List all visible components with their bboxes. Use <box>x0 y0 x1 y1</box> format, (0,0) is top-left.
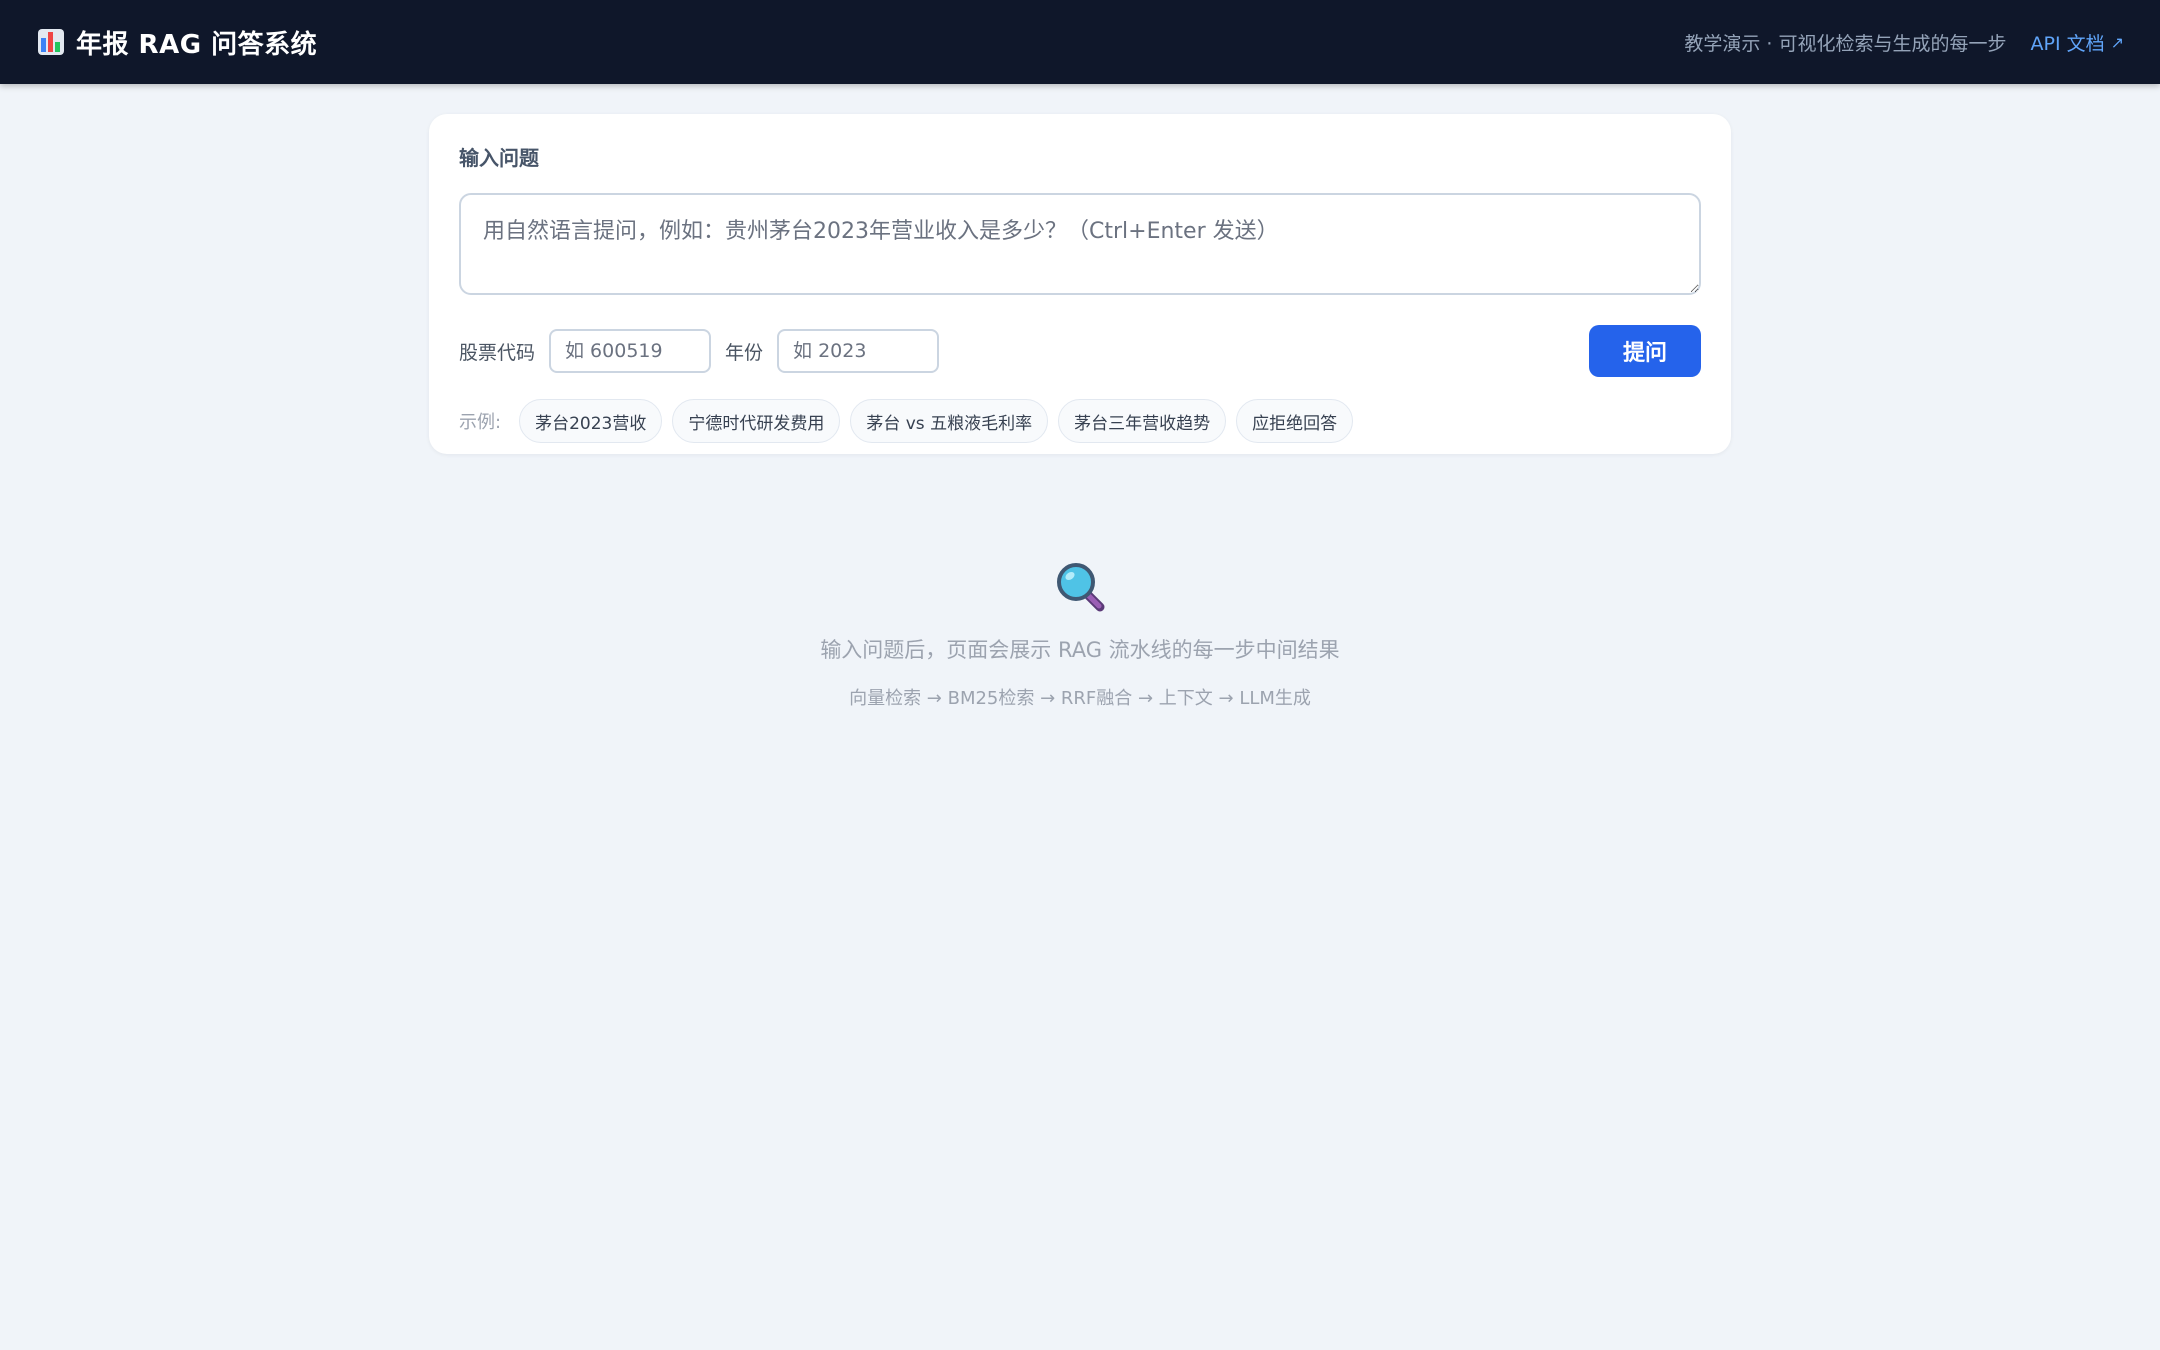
api-docs-link[interactable]: API 文档 ↗ <box>2030 29 2124 56</box>
magnifier-icon <box>1057 563 1105 612</box>
ask-button[interactable]: 提问 <box>1589 325 1701 377</box>
example-chip[interactable]: 宁德时代研发费用 <box>672 399 841 443</box>
question-input[interactable] <box>459 193 1701 295</box>
example-chip[interactable]: 茅台2023营收 <box>519 399 663 443</box>
brand: 年报 RAG 问答系统 <box>38 24 317 61</box>
external-link-icon: ↗ <box>2110 32 2124 52</box>
empty-message: 输入问题后，页面会展示 RAG 流水线的每一步中间结果 <box>820 638 1340 662</box>
example-chip[interactable]: 茅台 vs 五粮液毛利率 <box>850 399 1049 443</box>
stock-code-label: 股票代码 <box>459 341 536 364</box>
header-right: 教学演示 · 可视化检索与生成的每一步 API 文档 ↗ <box>1684 29 2124 56</box>
empty-state: 输入问题后，页面会展示 RAG 流水线的每一步中间结果 向量检索 → BM25检… <box>0 560 2160 710</box>
question-label: 输入问题 <box>459 146 539 170</box>
header-tagline: 教学演示 · 可视化检索与生成的每一步 <box>1684 32 2007 55</box>
app-title: 年报 RAG 问答系统 <box>76 29 318 60</box>
example-chip[interactable]: 应拒绝回答 <box>1236 399 1354 443</box>
year-label: 年份 <box>725 341 764 364</box>
examples-row: 示例: 茅台2023营收 宁德时代研发费用 茅台 vs 五粮液毛利率 茅台三年营… <box>459 399 1701 443</box>
pipeline-steps: 向量检索 → BM25检索 → RRF融合 → 上下文 → LLM生成 <box>849 688 1311 709</box>
filter-row: 股票代码 年份 提问 <box>459 325 1701 377</box>
top-header: 年报 RAG 问答系统 教学演示 · 可视化检索与生成的每一步 API 文档 ↗ <box>0 0 2160 84</box>
year-input[interactable] <box>777 329 940 373</box>
example-chip[interactable]: 茅台三年营收趋势 <box>1058 399 1227 443</box>
api-docs-label: API 文档 <box>2030 32 2105 55</box>
query-card: 输入问题 股票代码 年份 提问 示例: 茅台2023营收 宁德时代研发费用 茅台… <box>429 114 1731 454</box>
stock-code-input[interactable] <box>549 329 712 373</box>
bar-chart-icon <box>38 29 64 55</box>
examples-label: 示例: <box>459 412 502 433</box>
